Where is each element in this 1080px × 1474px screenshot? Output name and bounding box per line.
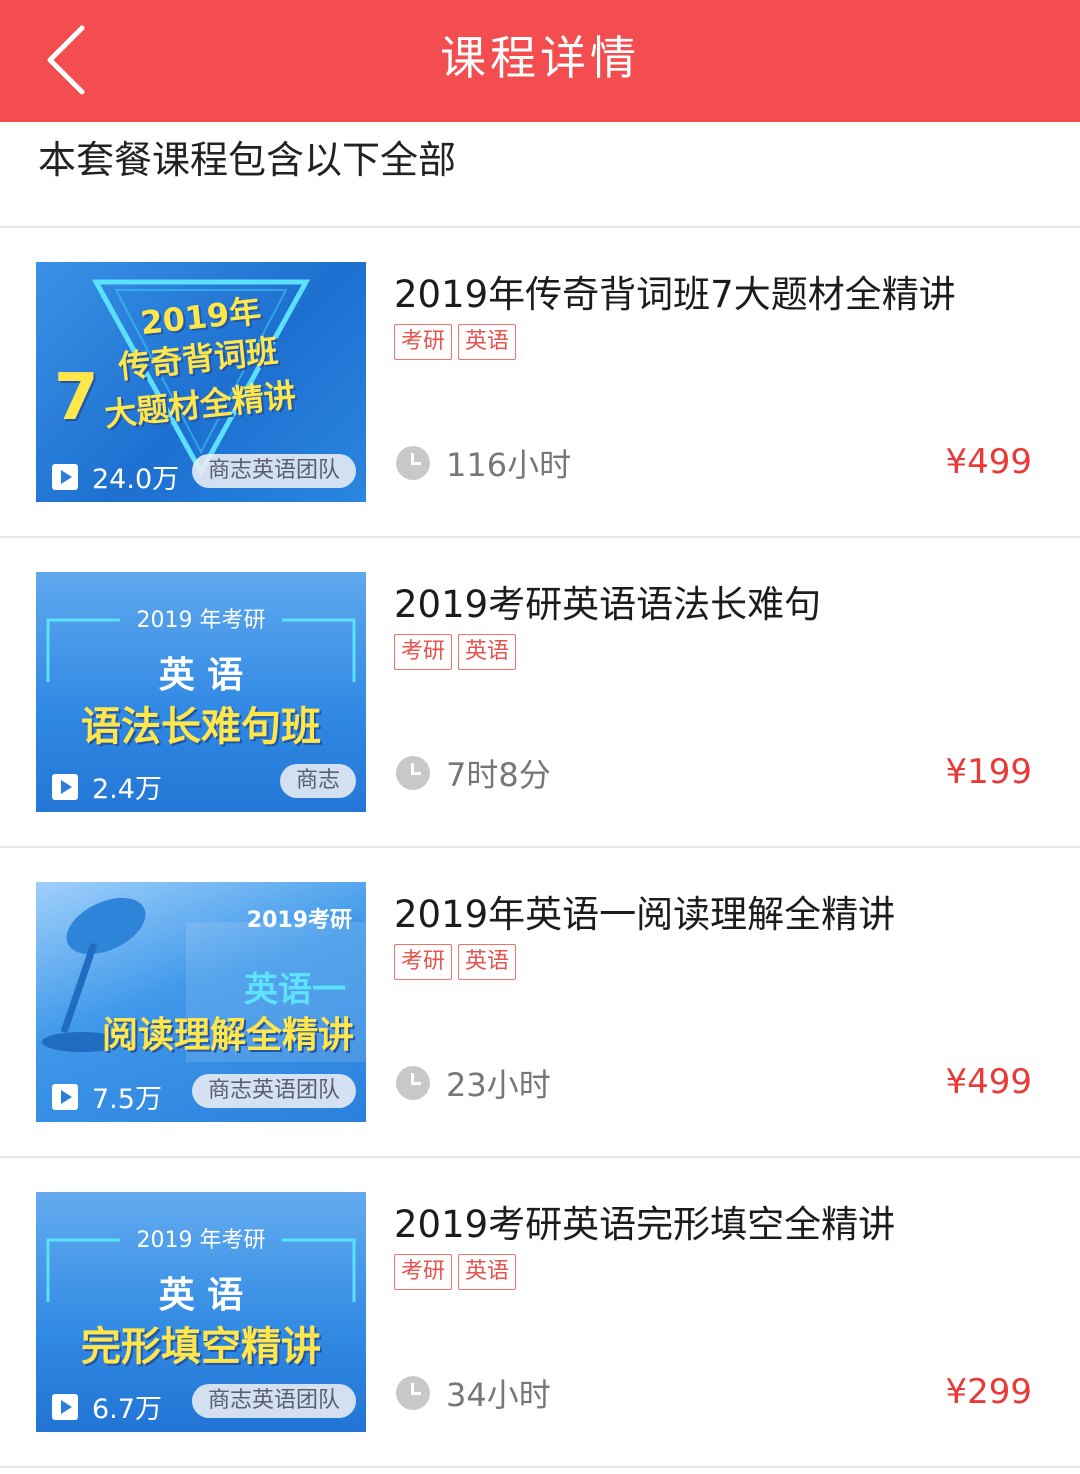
thumb-subtitle: 2019 年考研 [136, 608, 266, 633]
tag: 英语 [458, 944, 517, 980]
page-title: 课程详情 [440, 31, 640, 85]
duration: 116小时 [396, 440, 571, 486]
course-title: 2019年英语一阅读理解全精讲 [394, 893, 896, 936]
tag: 考研 [394, 1254, 453, 1290]
views-count: 24.0万 [52, 457, 179, 496]
views-text: 24.0万 [92, 464, 180, 495]
thumb-subtitle: 2019考研 [246, 908, 352, 933]
duration-text: 34小时 [446, 1376, 551, 1414]
course-title: 2019考研英语完形填空全精讲 [394, 1203, 896, 1246]
thumb-subtitle: 2019 年考研 [136, 1228, 266, 1253]
course-thumbnail: 2019 年考研 英 语 语法长难句班 商志 2.4万 [36, 572, 366, 812]
tag: 英语 [458, 1254, 517, 1290]
team-badge: 商志英语团队 [191, 454, 356, 488]
views-count: 7.5万 [52, 1077, 162, 1116]
play-icon [52, 463, 78, 490]
duration-text: 116小时 [446, 446, 572, 484]
clock-icon [396, 446, 430, 480]
team-badge: 商志英语团队 [191, 1074, 356, 1108]
duration: 23小时 [396, 1060, 551, 1106]
thumb-headline: 完形填空精讲 [81, 1324, 321, 1370]
clock-icon [396, 1376, 430, 1410]
views-text: 2.4万 [92, 774, 162, 805]
play-icon [52, 773, 78, 800]
tag-group: 考研 英语 [394, 324, 522, 360]
course-title: 2019年传奇背词班7大题材全精讲 [394, 273, 956, 316]
course-item[interactable]: 2019年 传奇背词班 7 大题材全精讲 商志英语团队 24.0万 2019年传… [0, 228, 1080, 536]
thumb-line: 英语一 [244, 970, 346, 1010]
duration: 34小时 [396, 1370, 551, 1416]
tag: 考研 [394, 634, 453, 670]
team-badge: 商志英语团队 [191, 1384, 356, 1418]
tag: 考研 [394, 944, 453, 980]
thumb-line: 英 语 [158, 1275, 244, 1316]
course-price: ¥499 [945, 442, 1032, 482]
course-price: ¥299 [945, 1372, 1032, 1412]
duration: 7时8分 [396, 750, 551, 796]
thumb-headline: 阅读理解全精讲 [101, 1015, 354, 1056]
play-icon [52, 1393, 78, 1420]
tag: 英语 [458, 324, 517, 360]
tag-group: 考研 英语 [394, 634, 522, 670]
thumb-number: 7 [54, 361, 99, 435]
clock-icon [396, 756, 430, 790]
thumb-line: 英 语 [158, 655, 244, 696]
views-text: 7.5万 [92, 1084, 162, 1115]
tag: 英语 [458, 634, 517, 670]
course-item[interactable]: 2019 年考研 英 语 语法长难句班 商志 2.4万 2019考研英语语法长难… [0, 538, 1080, 846]
top-bar: 课程详情 [0, 0, 1080, 122]
views-count: 6.7万 [52, 1387, 162, 1426]
package-intro-text: 本套餐课程包含以下全部 [38, 138, 457, 182]
course-price: ¥199 [945, 752, 1032, 792]
course-price: ¥499 [945, 1062, 1032, 1102]
course-thumbnail: 2019年 传奇背词班 7 大题材全精讲 商志英语团队 24.0万 [36, 262, 366, 502]
course-item[interactable]: 2019考研 英语一 阅读理解全精讲 商志英语团队 7.5万 2019年英语一阅… [0, 848, 1080, 1156]
duration-text: 7时8分 [446, 756, 551, 794]
clock-icon [396, 1066, 430, 1100]
duration-text: 23小时 [446, 1066, 551, 1104]
views-text: 6.7万 [92, 1394, 162, 1425]
course-item[interactable]: 2019 年考研 英 语 完形填空精讲 商志英语团队 6.7万 2019考研英语… [0, 1158, 1080, 1466]
views-count: 2.4万 [52, 767, 162, 806]
tag: 考研 [394, 324, 453, 360]
thumb-headline: 语法长难句班 [81, 704, 321, 750]
course-title: 2019考研英语语法长难句 [394, 583, 822, 626]
tag-group: 考研 英语 [394, 944, 522, 980]
team-badge: 商志 [279, 764, 356, 798]
tag-group: 考研 英语 [394, 1254, 522, 1290]
course-thumbnail: 2019 年考研 英 语 完形填空精讲 商志英语团队 6.7万 [36, 1192, 366, 1432]
divider [0, 1466, 1080, 1468]
course-thumbnail: 2019考研 英语一 阅读理解全精讲 商志英语团队 7.5万 [36, 882, 366, 1122]
play-icon [52, 1083, 78, 1110]
